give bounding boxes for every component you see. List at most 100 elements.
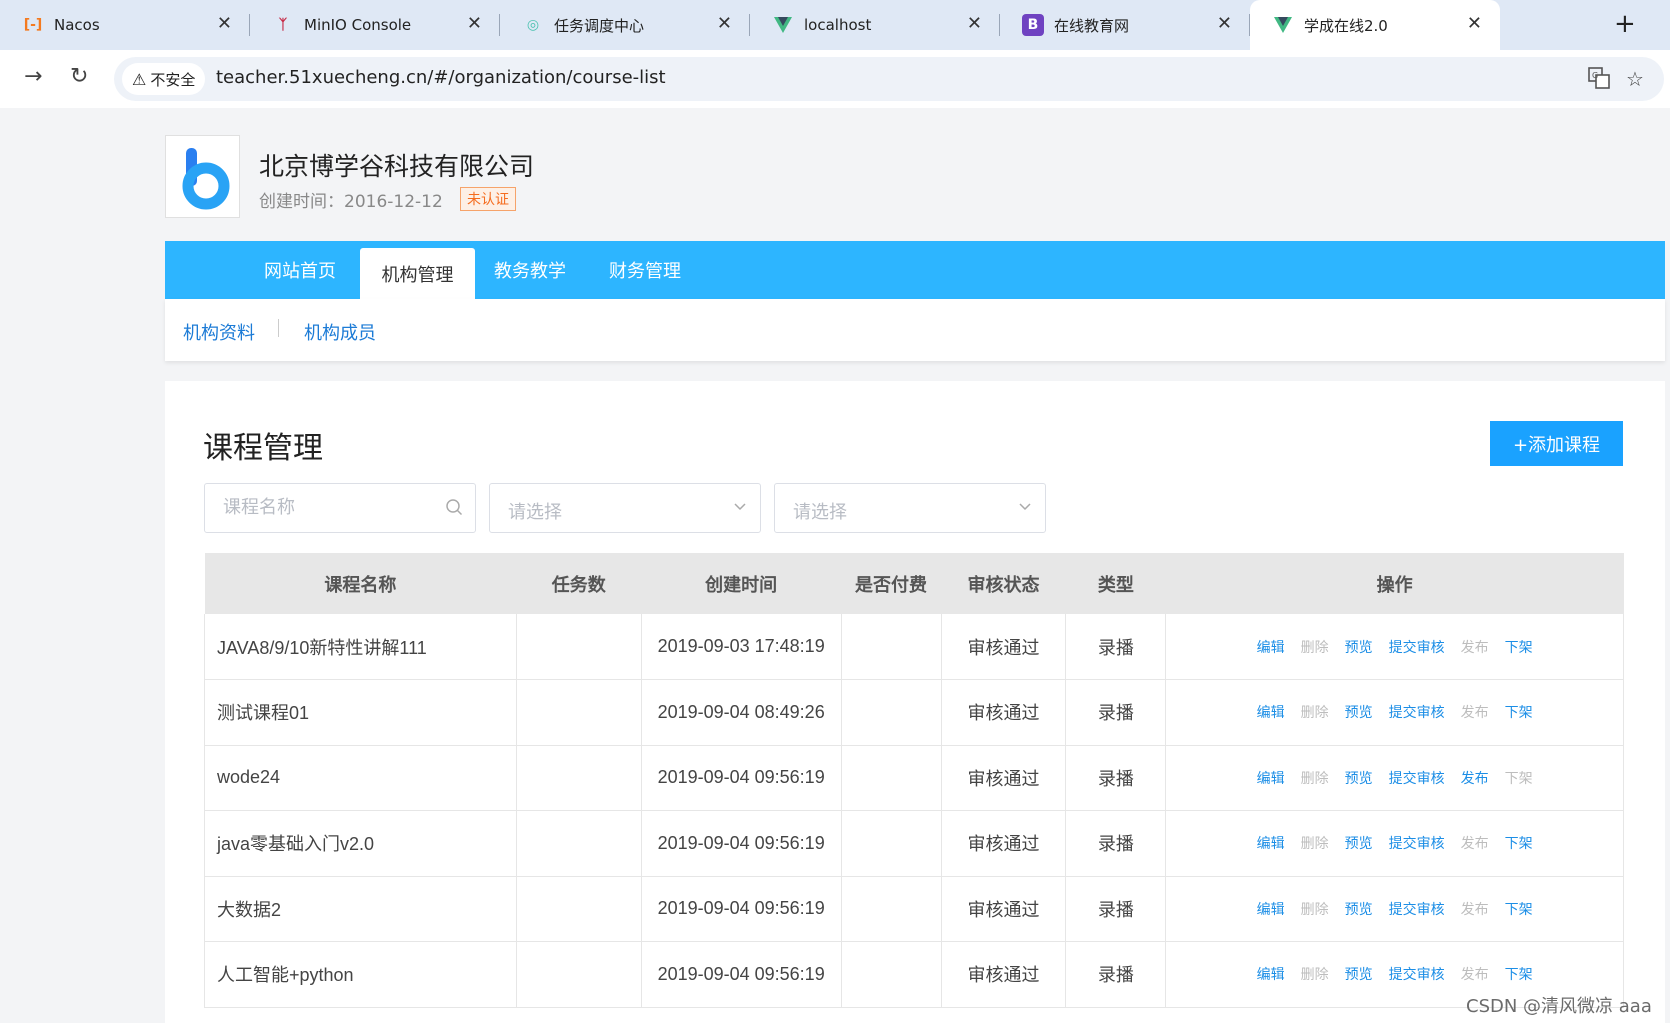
b-logo-icon [182,148,230,210]
security-label: 不安全 [150,70,196,89]
course-name-cell: 人工智能+python [204,941,517,1008]
search-icon[interactable] [445,498,463,521]
col-header-created: 创建时间 [641,553,842,614]
browser-tab-strip: [-] Nacos ✕ ᛉ MinIO Console ✕ ◎ 任务调度中心 ✕… [0,0,1670,50]
submit-audit-link[interactable]: 提交审核 [1389,637,1445,657]
reload-icon[interactable]: ↻ [70,64,88,89]
actions-cell: 编辑 删除 预览 提交审核 发布 下架 [1165,745,1624,811]
edit-link[interactable]: 编辑 [1257,637,1285,657]
close-icon[interactable]: ✕ [1217,13,1232,34]
omnibox[interactable]: ⚠ 不安全 teacher.51xuecheng.cn/#/organizati… [114,57,1664,101]
preview-link[interactable]: 预览 [1345,637,1373,657]
filter-select-2[interactable]: 请选择 [774,483,1046,533]
submit-audit-link[interactable]: 提交审核 [1389,702,1445,722]
edit-link[interactable]: 编辑 [1257,899,1285,919]
submit-audit-link[interactable]: 提交审核 [1389,964,1445,984]
preview-link[interactable]: 预览 [1345,768,1373,788]
created-time-cell: 2019-09-04 09:56:19 [641,810,842,877]
edit-link[interactable]: 编辑 [1257,833,1285,853]
browser-tab-nacos[interactable]: [-] Nacos ✕ [0,0,250,50]
watermark: CSDN @清风微凉 aaa [1466,996,1652,1017]
offline-link: 下架 [1504,769,1533,786]
edit-link[interactable]: 编辑 [1257,702,1285,722]
security-chip[interactable]: ⚠ 不安全 [122,63,206,95]
edit-link[interactable]: 编辑 [1257,964,1285,984]
browser-tab-online-edu[interactable]: B 在线教育网 ✕ [1000,0,1250,50]
table-row: java零基础入门v2.0 2019-09-04 09:56:19 审核通过 录播 编辑… [204,810,1624,877]
tab-title: MinIO Console [304,16,412,34]
address-bar: → ↻ ⚠ 不安全 teacher.51xuecheng.cn/#/organi… [0,50,1670,108]
browser-tab-xxl-job[interactable]: ◎ 任务调度中心 ✕ [500,0,750,50]
add-course-button[interactable]: +添加课程 [1490,421,1623,466]
delete-link: 删除 [1300,835,1329,852]
tab-title: 任务调度中心 [554,16,645,35]
publish-link[interactable]: 发布 [1461,768,1489,788]
bookmark-star-icon[interactable]: ☆ [1626,67,1644,91]
tab-title: Nacos [54,16,100,34]
offline-link[interactable]: 下架 [1505,637,1533,657]
preview-link[interactable]: 预览 [1345,833,1373,853]
col-header-actions: 操作 [1165,553,1624,614]
table-row: wode24 2019-09-04 09:56:19 审核通过 录播 编辑 删除 预览 提交审… [204,745,1624,811]
nav-org-manage[interactable]: 机构管理 [360,248,475,299]
close-icon[interactable]: ✕ [1467,13,1482,34]
browser-tab-xuecheng[interactable]: 学成在线2.0 ✕ [1250,0,1500,50]
paid-cell [841,810,942,877]
subnav-org-members[interactable]: 机构成员 [304,319,376,345]
course-name-cell: wode24 [204,745,517,811]
preview-link[interactable]: 预览 [1345,964,1373,984]
forward-icon[interactable]: → [24,64,42,89]
submit-audit-link[interactable]: 提交审核 [1389,833,1445,853]
nav-teaching[interactable]: 教务教学 [475,241,585,299]
preview-link[interactable]: 预览 [1345,899,1373,919]
warning-icon: ⚠ [132,69,147,89]
new-tab-button[interactable]: + [1614,9,1636,39]
created-time-cell: 2019-09-04 08:49:26 [641,679,842,746]
edit-link[interactable]: 编辑 [1257,768,1285,788]
vue-icon [772,14,794,36]
submit-audit-link[interactable]: 提交审核 [1389,899,1445,919]
course-name-cell: java零基础入门v2.0 [204,810,517,877]
status-badge: 未认证 [460,187,516,211]
offline-link[interactable]: 下架 [1505,899,1533,919]
subnav-org-info[interactable]: 机构资料 [183,319,255,345]
submit-audit-link[interactable]: 提交审核 [1389,768,1445,788]
publish-link: 发布 [1460,704,1489,721]
url-text[interactable]: teacher.51xuecheng.cn/#/organization/cou… [216,67,666,88]
bootstrap-icon: B [1022,14,1044,36]
course-panel: 课程管理 +添加课程 请选择 请选择 课程名称 任务数 创建时间 是否付费 [165,381,1665,1023]
nav-finance[interactable]: 财务管理 [590,241,700,299]
audit-status-cell: 审核通过 [941,614,1067,680]
task-count-cell [516,614,642,680]
close-icon[interactable]: ✕ [467,13,482,34]
browser-tab-minio[interactable]: ᛉ MinIO Console ✕ [250,0,500,50]
xxl-job-icon: ◎ [526,17,540,33]
offline-link[interactable]: 下架 [1505,833,1533,853]
course-name-cell: JAVA8/9/10新特性讲解111 [204,614,517,680]
course-type-cell: 录播 [1065,614,1167,680]
nav-home[interactable]: 网站首页 [245,241,355,299]
filter-select-1[interactable]: 请选择 [489,483,761,533]
paid-cell [841,876,942,942]
org-created-date: 创建时间：2016-12-12 [259,192,443,212]
browser-tab-localhost[interactable]: localhost ✕ [750,0,1000,50]
translate-icon[interactable]: G [1588,67,1610,94]
select-placeholder: 请选择 [508,502,562,523]
close-icon[interactable]: ✕ [217,13,232,34]
course-name-cell: 测试课程01 [204,679,517,746]
sub-nav: 机构资料 机构成员 [165,299,1665,361]
audit-status-cell: 审核通过 [941,941,1067,1008]
preview-link[interactable]: 预览 [1345,702,1373,722]
col-header-tasks: 任务数 [516,553,642,614]
close-icon[interactable]: ✕ [967,13,982,34]
course-name-cell: 大数据2 [204,876,517,942]
course-type-cell: 录播 [1065,810,1167,877]
offline-link[interactable]: 下架 [1505,702,1533,722]
close-icon[interactable]: ✕ [717,13,732,34]
search-input[interactable] [223,484,443,530]
actions-cell: 编辑 删除 预览 提交审核 发布 下架 [1165,876,1624,942]
created-time-cell: 2019-09-04 09:56:19 [641,745,842,811]
actions-cell: 编辑 删除 预览 提交审核 发布 下架 [1165,614,1624,680]
vue-icon [1272,14,1294,36]
offline-link[interactable]: 下架 [1505,964,1533,984]
